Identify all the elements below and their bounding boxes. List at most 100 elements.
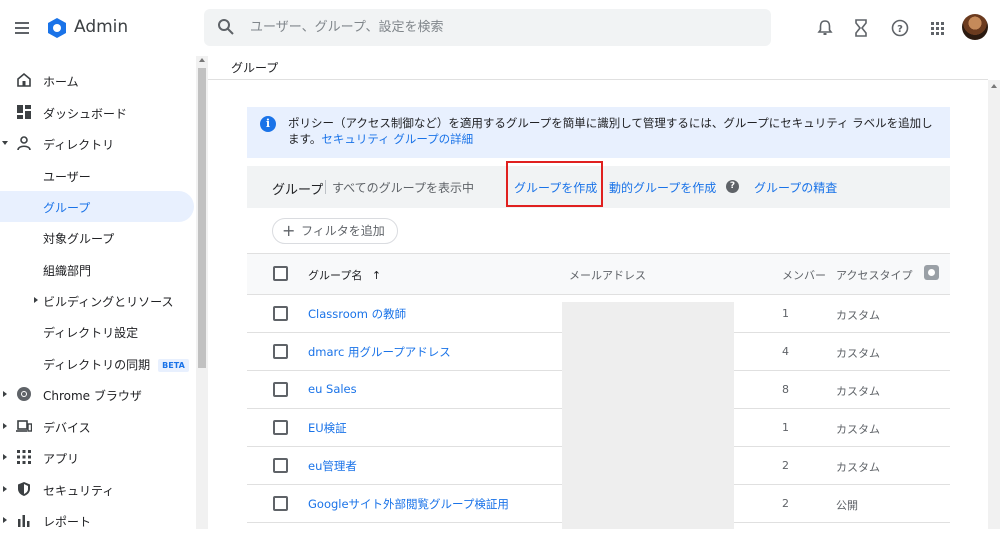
access-type: 公開 (836, 499, 858, 512)
add-filter-button[interactable]: + フィルタを追加 (272, 218, 398, 244)
highlight-box (506, 161, 603, 207)
help-icon[interactable]: ? (889, 17, 911, 39)
sidebar-scrollbar[interactable] (196, 56, 208, 529)
scroll-up-arrow-icon[interactable] (991, 84, 997, 88)
access-type: カスタム (836, 461, 880, 474)
access-type: カスタム (836, 385, 880, 398)
search-icon (218, 19, 234, 35)
member-count: 1 (782, 421, 789, 434)
chevron-right-icon (3, 423, 7, 429)
sort-arrow-icon: ↑ (371, 269, 382, 282)
person-icon (17, 136, 31, 151)
top-bar: Admin ? (0, 0, 1000, 56)
sidebar-item-devices[interactable]: デバイス (0, 411, 194, 442)
divider (208, 79, 988, 80)
notifications-icon[interactable] (814, 17, 836, 39)
redacted-email-column (562, 302, 734, 529)
member-count: 1 (782, 307, 789, 320)
sidebar-scroll-thumb[interactable] (198, 68, 206, 368)
member-count: 8 (782, 383, 789, 396)
main-scrollbar[interactable] (988, 80, 1000, 529)
sidebar-item-home[interactable]: ホーム (0, 65, 194, 96)
sidebar-item-directory[interactable]: ディレクトリ (0, 128, 194, 159)
sidebar-item-dashboard[interactable]: ダッシュボード (0, 97, 194, 128)
select-all-checkbox[interactable] (273, 266, 288, 281)
chrome-icon (17, 387, 31, 401)
table-header: グループ名 ↑ メールアドレス メンバー アクセスタイプ (247, 254, 950, 295)
info-banner: i ポリシー（アクセス制御など）を適用するグループを簡単に識別して管理するには、… (247, 107, 950, 158)
shield-icon (18, 482, 30, 496)
breadcrumb: グループ (208, 56, 988, 80)
sidebar-item-directory-settings[interactable]: ディレクトリ設定 (0, 316, 194, 347)
sidebar-item-reports[interactable]: レポート (0, 505, 194, 536)
create-dynamic-group-button[interactable]: 動的グループを作成 (609, 179, 716, 196)
avatar[interactable] (962, 14, 988, 40)
chevron-right-icon (3, 517, 7, 523)
card-subtitle: すべてのグループを表示中 (332, 181, 474, 195)
member-count: 2 (782, 497, 789, 510)
sidebar-item-org-units[interactable]: 組織部門 (0, 254, 194, 285)
app-title[interactable]: Admin (74, 17, 128, 37)
group-name-link[interactable]: eu管理者 (308, 458, 357, 474)
sidebar-nav: ホーム ダッシュボード ディレクトリ ユーザー グループ 対象グループ 組織部門… (0, 56, 196, 529)
column-header-email[interactable]: メールアドレス (569, 267, 646, 283)
breadcrumb-groups[interactable]: グループ (231, 59, 278, 76)
access-type: カスタム (836, 347, 880, 360)
search-input[interactable] (250, 15, 750, 39)
sidebar-item-buildings-resources[interactable]: ビルディングとリソース (0, 285, 194, 316)
chevron-down-icon (2, 141, 8, 145)
row-checkbox[interactable] (273, 458, 288, 473)
scroll-up-arrow-icon[interactable] (199, 58, 205, 62)
column-settings-icon[interactable] (924, 265, 939, 280)
chevron-right-icon (3, 454, 7, 460)
column-header-name[interactable]: グループ名 ↑ (308, 267, 381, 283)
group-name-link[interactable]: Classroom の教師 (308, 306, 406, 322)
divider (325, 180, 326, 194)
reports-icon (18, 515, 30, 527)
row-checkbox[interactable] (273, 496, 288, 511)
group-name-link[interactable]: dmarc 用グループアドレス (308, 344, 451, 360)
column-header-members[interactable]: メンバー (782, 267, 826, 283)
devices-icon (16, 420, 32, 432)
hourglass-icon[interactable] (850, 17, 872, 39)
row-checkbox[interactable] (273, 382, 288, 397)
card-header: グループ すべてのグループを表示中 グループを作成 動的グループを作成 ? グル… (247, 161, 950, 208)
row-checkbox[interactable] (273, 344, 288, 359)
chevron-right-icon (3, 391, 7, 397)
sidebar-item-users[interactable]: ユーザー (0, 160, 194, 191)
member-count: 4 (782, 345, 789, 358)
sidebar-item-target-groups[interactable]: 対象グループ (0, 222, 194, 253)
filter-bar: + フィルタを追加 (247, 208, 950, 254)
access-type: カスタム (836, 309, 880, 322)
sidebar-item-security[interactable]: セキュリティ (0, 474, 194, 505)
groups-card: グループ すべてのグループを表示中 グループを作成 動的グループを作成 ? グル… (247, 161, 950, 529)
help-icon[interactable]: ? (726, 180, 739, 193)
sidebar-item-chrome-browser[interactable]: Chrome ブラウザ (0, 379, 194, 410)
svg-text:?: ? (897, 24, 903, 35)
inspect-groups-button[interactable]: グループの精査 (754, 179, 837, 196)
apps-icon (17, 450, 31, 464)
sidebar-item-directory-sync[interactable]: ディレクトリの同期 BETA (0, 348, 194, 379)
group-name-link[interactable]: eu Sales (308, 382, 357, 396)
dashboard-icon (17, 105, 31, 119)
column-header-access[interactable]: アクセスタイプ (836, 267, 912, 283)
row-checkbox[interactable] (273, 306, 288, 321)
chevron-right-icon (3, 486, 7, 492)
beta-badge: BETA (158, 359, 189, 372)
row-checkbox[interactable] (273, 420, 288, 435)
access-type: カスタム (836, 423, 880, 436)
card-title: グループ (272, 183, 324, 198)
sidebar-item-apps[interactable]: アプリ (0, 442, 194, 473)
sidebar-item-groups[interactable]: グループ (0, 191, 194, 222)
info-icon: i (260, 116, 276, 132)
search-bar[interactable] (204, 9, 771, 46)
plus-icon: + (282, 221, 296, 240)
apps-grid-icon[interactable] (926, 17, 948, 39)
home-icon (17, 72, 31, 87)
security-groups-link[interactable]: セキュリティ グループの詳細 (321, 132, 473, 146)
admin-logo-icon[interactable] (46, 17, 68, 39)
chevron-right-icon (34, 297, 38, 303)
group-name-link[interactable]: Googleサイト外部閲覧グループ検証用 (308, 496, 509, 512)
main-menu-icon[interactable] (10, 16, 34, 40)
group-name-link[interactable]: EU検証 (308, 420, 347, 436)
